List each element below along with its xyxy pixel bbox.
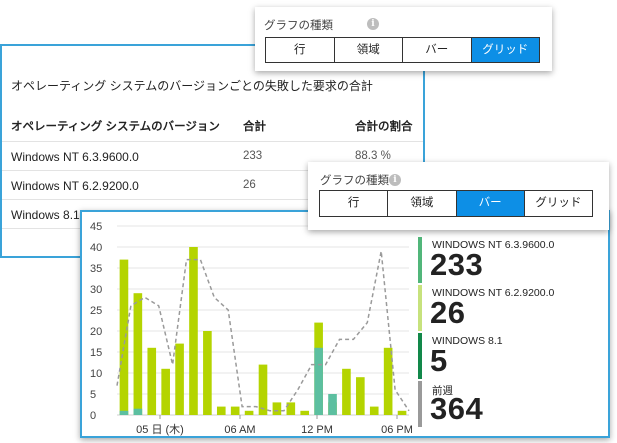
os-version-cell: Windows 8.1 xyxy=(11,208,80,222)
legend-value: 233 xyxy=(430,247,484,282)
y-tick-label: 45 xyxy=(90,221,102,233)
info-icon[interactable]: i xyxy=(389,174,401,186)
chart-type-option-bar[interactable]: バー xyxy=(456,191,525,216)
legend-color-swatch xyxy=(418,381,422,427)
legend-item-nt63[interactable]: WINDOWS NT 6.3.9600.0 233 xyxy=(418,237,598,289)
chart-type-selector-mid: グラフの種類 i 行 領域 バー グリッド xyxy=(308,162,609,230)
bar xyxy=(147,347,157,415)
bar xyxy=(397,410,407,415)
bar xyxy=(383,347,393,415)
bar xyxy=(342,368,351,415)
chart-type-option-grid[interactable]: グリッド xyxy=(471,38,539,62)
bar-segment xyxy=(314,347,323,415)
legend-color-swatch xyxy=(418,333,422,379)
bar xyxy=(133,293,143,415)
y-tick-label: 0 xyxy=(90,410,96,422)
percent-cell: 88.3 % xyxy=(355,150,391,162)
column-header-percent[interactable]: 合計の割合 xyxy=(355,118,413,134)
legend-value: 5 xyxy=(430,343,448,378)
bar xyxy=(161,368,170,415)
x-tick-label: 12 PM xyxy=(301,424,333,436)
column-header-os-version[interactable]: オペレーティング システムのバージョン xyxy=(11,118,220,134)
bar xyxy=(216,406,226,415)
legend-color-swatch xyxy=(418,237,422,283)
bar xyxy=(189,247,198,415)
bar xyxy=(203,331,212,415)
x-tick-label: 06 PM xyxy=(381,424,413,436)
total-cell: 26 xyxy=(243,179,256,191)
y-tick-label: 5 xyxy=(90,389,96,401)
y-tick-label: 10 xyxy=(90,368,102,380)
bar xyxy=(356,377,365,415)
chart-type-option-bar[interactable]: バー xyxy=(403,38,472,62)
chart-type-option-line[interactable]: 行 xyxy=(320,191,389,216)
bar xyxy=(300,410,310,415)
y-tick-label: 20 xyxy=(90,326,102,338)
os-version-cell: Windows NT 6.3.9600.0 xyxy=(11,150,139,164)
chart-type-option-area[interactable]: 領域 xyxy=(388,191,457,216)
y-tick-label: 15 xyxy=(90,347,102,359)
chart-panel: 0 5 10 15 20 25 30 35 40 45 05 日 (木) 06 AM 12 PM 06 P… xyxy=(80,210,610,438)
bar xyxy=(175,343,184,415)
chart-type-title: グラフの種類 xyxy=(264,20,333,32)
chart-type-title: グラフの種類 xyxy=(320,175,389,187)
chart-type-option-area[interactable]: 領域 xyxy=(334,38,403,62)
x-tick-label: 06 AM xyxy=(224,424,255,436)
os-version-cell: Windows NT 6.2.9200.0 xyxy=(11,179,139,193)
legend-value: 364 xyxy=(430,391,484,426)
bar xyxy=(244,410,254,415)
total-cell: 233 xyxy=(243,150,263,162)
y-tick-label: 30 xyxy=(90,284,102,296)
bar xyxy=(272,402,282,415)
legend-item-win81[interactable]: WINDOWS 8.1 5 xyxy=(418,333,598,385)
bar-segment xyxy=(328,394,337,415)
bar xyxy=(258,364,268,415)
table-title: オペレーティング システムのバージョンごとの失敗した要求の合計 xyxy=(11,79,373,93)
bar xyxy=(369,406,379,415)
legend-color-swatch xyxy=(418,285,422,331)
legend-item-nt62[interactable]: WINDOWS NT 6.2.9200.0 26 xyxy=(418,285,598,337)
column-header-total[interactable]: 合計 xyxy=(243,118,266,134)
chart-type-segmented-control: 行 領域 バー グリッド xyxy=(265,37,540,63)
y-tick-label: 40 xyxy=(90,242,102,254)
bar xyxy=(230,406,240,415)
chart-type-selector-top: グラフの種類 i 行 領域 バー グリッド xyxy=(255,7,552,71)
legend-item-previous-week[interactable]: 前週 364 xyxy=(418,381,598,433)
bar-segment xyxy=(133,408,143,415)
bar xyxy=(119,259,129,415)
x-tick-label: 05 日 (木) xyxy=(136,423,184,436)
legend-value: 26 xyxy=(430,295,466,330)
bar-segment xyxy=(119,410,129,415)
chart-type-segmented-control: 行 領域 バー グリッド xyxy=(319,190,593,217)
y-tick-label: 35 xyxy=(90,263,102,275)
y-tick-label: 25 xyxy=(90,305,102,317)
chart-type-option-grid[interactable]: グリッド xyxy=(524,191,592,216)
info-icon[interactable]: i xyxy=(367,18,379,30)
chart-type-option-line[interactable]: 行 xyxy=(266,38,335,62)
